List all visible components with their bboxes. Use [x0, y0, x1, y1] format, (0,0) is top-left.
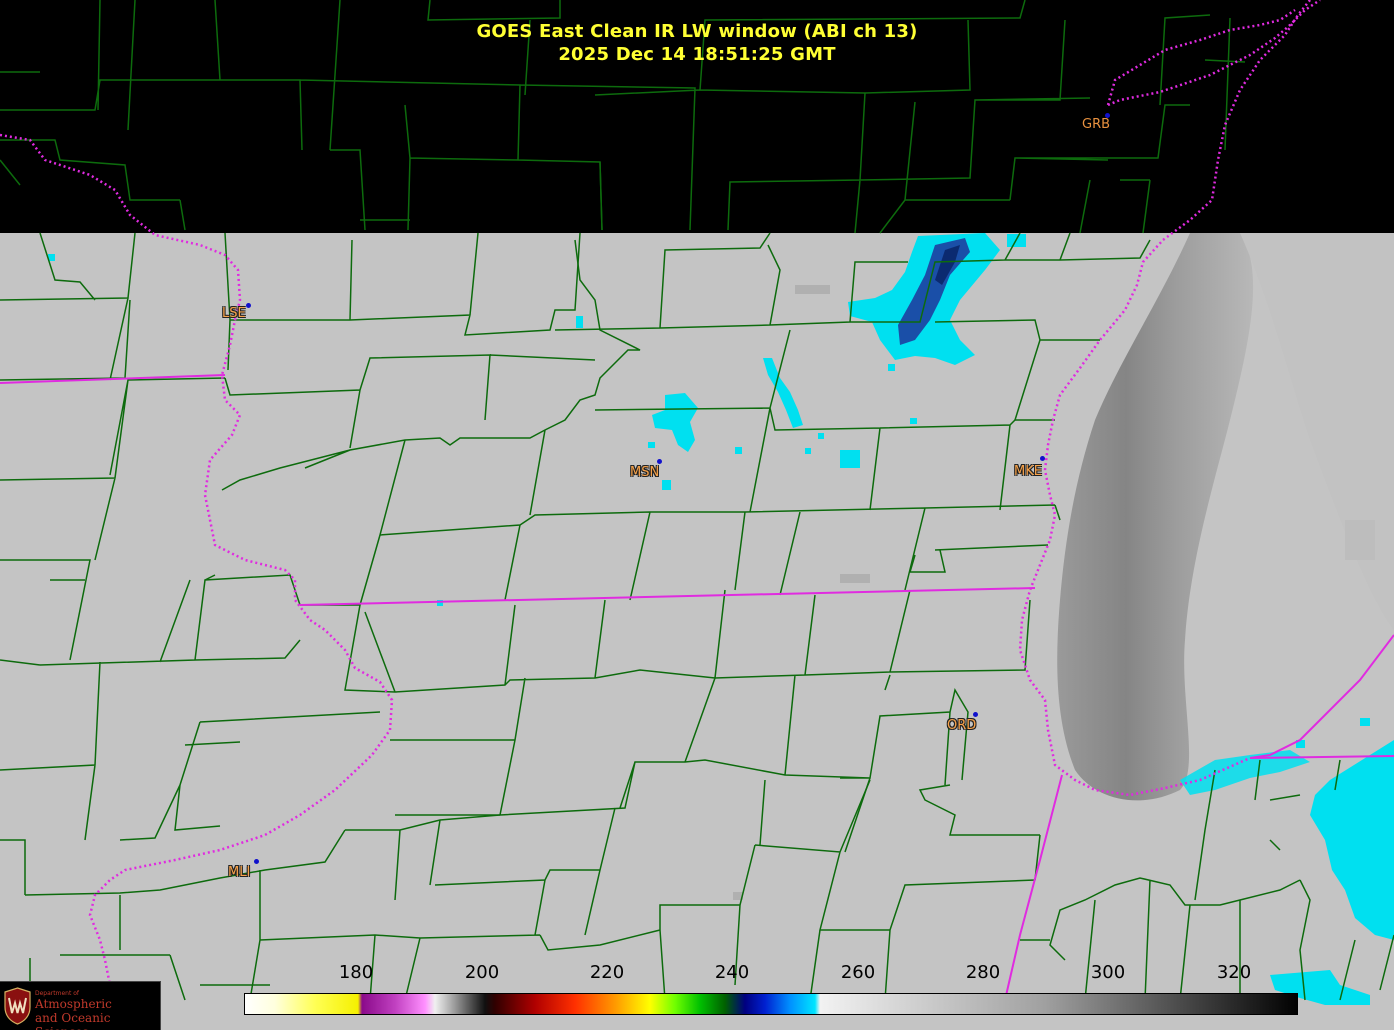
colorbar-tick-240: 240 — [714, 962, 750, 983]
temperature-colorbar — [244, 993, 1298, 1015]
station-dot-mli — [254, 859, 259, 864]
station-dot-mke — [1040, 456, 1045, 461]
image-timestamp: 2025 Dec 14 18:51:25 GMT — [558, 44, 836, 65]
satellite-map: GOES East Clean IR LW window (ABI ch 13)… — [0, 0, 1394, 1030]
station-dot-lse — [246, 303, 251, 308]
colorbar-tick-180: 180 — [338, 962, 374, 983]
logo-dept-text: Department of — [35, 990, 79, 997]
colorbar-tick-220: 220 — [589, 962, 625, 983]
colorbar-tick-200: 200 — [464, 962, 500, 983]
station-label-ord: ORD — [947, 718, 977, 733]
image-title: GOES East Clean IR LW window (ABI ch 13) — [476, 21, 918, 42]
uw-seal-icon — [4, 987, 31, 1025]
station-dot-msn — [657, 459, 662, 464]
station-label-mke: MKE — [1014, 464, 1042, 479]
colorbar-tick-280: 280 — [965, 962, 1001, 983]
aos-logo: Department of Atmospheric and Oceanic Sc… — [0, 981, 161, 1030]
station-dot-ord — [973, 712, 978, 717]
station-label-msn: MSN — [630, 465, 660, 480]
station-label-grb: GRB — [1082, 117, 1111, 132]
station-label-lse: LSE — [222, 306, 246, 321]
map-canvas — [0, 0, 1394, 1030]
colorbar-tick-300: 300 — [1090, 962, 1126, 983]
logo-line1: Atmospheric — [35, 997, 112, 1011]
colorbar-tick-320: 320 — [1216, 962, 1252, 983]
station-label-mli: MLI — [228, 865, 251, 880]
colorbar-tick-260: 260 — [840, 962, 876, 983]
logo-line2: and Oceanic Sciences — [35, 1011, 111, 1030]
